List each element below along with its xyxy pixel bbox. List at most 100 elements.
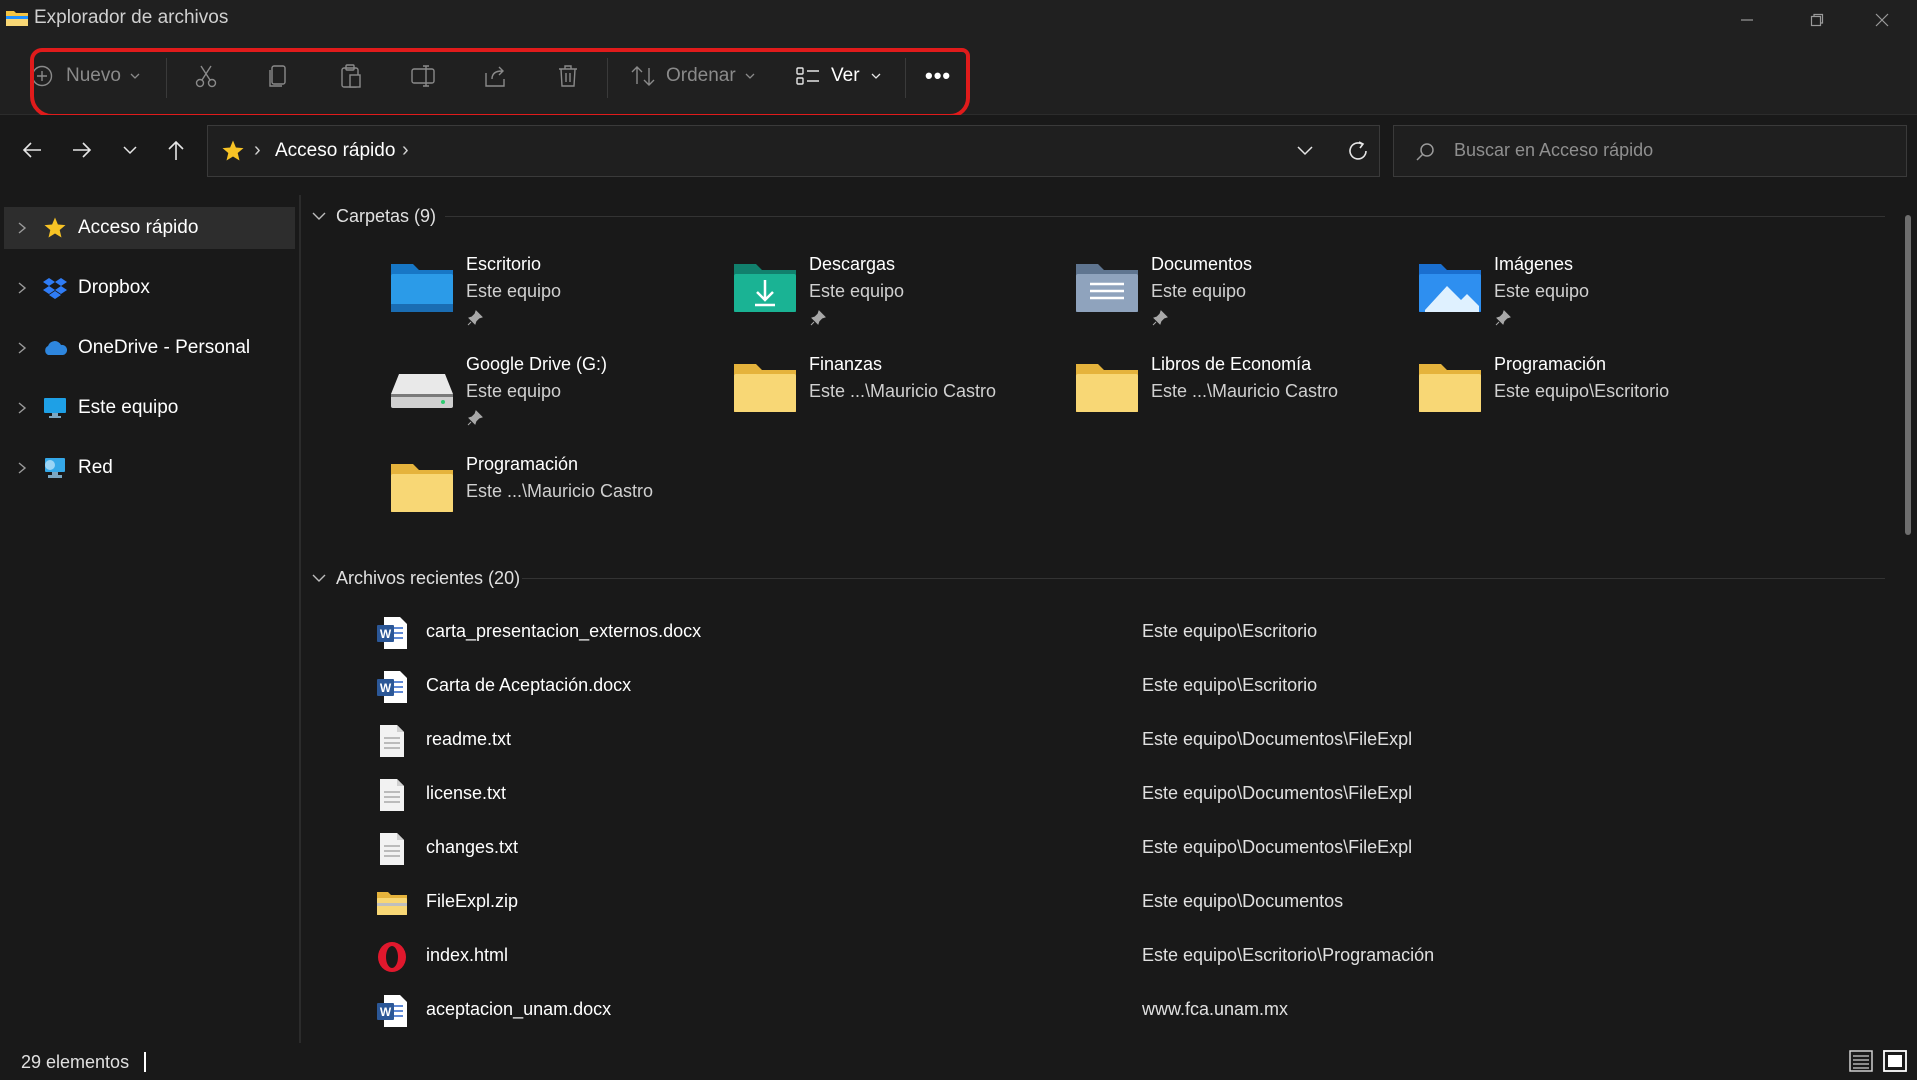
search-box[interactable]: Buscar en Acceso rápido: [1393, 125, 1907, 177]
chevron-right-icon[interactable]: [4, 341, 40, 355]
sidebar-item-network[interactable]: Red: [4, 447, 295, 489]
chevron-right-icon[interactable]: [4, 461, 40, 475]
folder-tile[interactable]: Finanzas Este ...\Mauricio Castro: [732, 354, 1062, 450]
recent-files-group-label: Archivos recientes (20): [336, 567, 521, 588]
arrow-right-icon: [73, 142, 92, 158]
file-location: www.fca.unam.mx: [1142, 999, 1289, 1019]
copy-button[interactable]: [266, 52, 292, 100]
file-explorer-app-icon: [6, 11, 28, 26]
recent-files-group-header[interactable]: Archivos recientes (20): [312, 563, 520, 593]
title-bar: [0, 0, 1917, 40]
breadcrumb-location[interactable]: Acceso rápido: [275, 140, 395, 162]
see-more-button[interactable]: •••: [925, 52, 951, 100]
up-button[interactable]: [158, 132, 194, 168]
toolbar-divider: [905, 58, 906, 98]
recent-file-row[interactable]: readme.txt Este equipo\Documentos\FileEx…: [372, 715, 1862, 767]
new-label: Nuevo: [66, 65, 121, 86]
folder-tile[interactable]: Libros de Economía Este ...\Mauricio Cas…: [1074, 354, 1404, 450]
network-icon: [40, 456, 70, 480]
text-file-icon: [380, 833, 404, 865]
star-icon: [40, 216, 70, 240]
folder-tile[interactable]: Programación Este ...\Mauricio Castro: [389, 454, 719, 550]
pin-icon: [1495, 310, 1511, 326]
folder-tile[interactable]: Descargas Este equipo: [732, 254, 1062, 350]
recent-file-row[interactable]: W Carta de Aceptación.docx Este equipo\E…: [372, 661, 1862, 713]
share-button[interactable]: [483, 52, 509, 100]
file-name: readme.txt: [426, 729, 512, 749]
toolbar-divider: [166, 58, 167, 98]
recent-locations-button[interactable]: [112, 132, 148, 168]
folder-tile[interactable]: Documentos Este equipo: [1074, 254, 1404, 350]
recent-file-row[interactable]: license.txt Este equipo\Documentos\FileE…: [372, 769, 1862, 821]
text-file-icon: [380, 725, 404, 757]
search-placeholder: Buscar en Acceso rápido: [1454, 140, 1654, 160]
file-name: Carta de Aceptación.docx: [426, 675, 632, 695]
text-file-icon: [380, 779, 404, 811]
sidebar-item-dropbox[interactable]: Dropbox: [4, 267, 295, 309]
sidebar-item-this-pc[interactable]: Este equipo: [4, 387, 295, 429]
downloads-folder-icon: [734, 264, 796, 312]
chevron-right-icon[interactable]: [4, 281, 40, 295]
close-button[interactable]: [1847, 0, 1917, 40]
new-button[interactable]: Nuevo: [30, 52, 141, 100]
folder-icon: [1419, 364, 1481, 412]
copy-icon: [269, 65, 286, 87]
group-divider: [522, 578, 1885, 579]
vertical-scrollbar[interactable]: [1905, 215, 1911, 535]
file-location: Este equipo\Escritorio\Programación: [1142, 945, 1435, 965]
view-button[interactable]: Ver: [795, 52, 882, 100]
file-location: Este equipo\Documentos\FileExpl: [1142, 837, 1413, 857]
minimize-button[interactable]: [1712, 0, 1782, 40]
file-name: license.txt: [426, 783, 507, 803]
paste-button[interactable]: [338, 52, 364, 100]
sidebar-item-label: Este equipo: [78, 397, 179, 418]
folder-tile[interactable]: Imágenes Este equipo: [1417, 254, 1747, 350]
sidebar-item-quick-access[interactable]: Acceso rápido: [4, 207, 295, 249]
pin-icon: [467, 310, 483, 326]
recent-file-row[interactable]: changes.txt Este equipo\Documentos\FileE…: [372, 823, 1862, 875]
rename-button[interactable]: [410, 52, 438, 100]
folders-group-header[interactable]: Carpetas (9): [312, 201, 436, 231]
refresh-icon[interactable]: [1346, 139, 1370, 163]
tiles-view-button[interactable]: [1882, 1048, 1908, 1074]
sort-button[interactable]: Ordenar: [630, 52, 756, 100]
sidebar-item-onedrive[interactable]: OneDrive - Personal: [4, 327, 295, 369]
delete-button[interactable]: [556, 52, 580, 100]
restore-button[interactable]: [1782, 0, 1852, 40]
folder-tile[interactable]: Programación Este equipo\Escritorio: [1417, 354, 1747, 450]
folder-location: Este equipo: [809, 281, 905, 301]
cut-button[interactable]: [193, 52, 219, 100]
forward-button[interactable]: [64, 132, 100, 168]
restore-icon: [1810, 13, 1824, 27]
svg-text:W: W: [380, 681, 392, 695]
file-name: carta_presentacion_externos.docx: [426, 621, 702, 641]
sidebar-item-label: Red: [78, 457, 113, 478]
breadcrumb-separator: ›: [254, 139, 261, 161]
file-location: Este equipo\Documentos\FileExpl: [1142, 729, 1413, 749]
sidebar-item-label: Acceso rápido: [78, 217, 199, 238]
svg-text:W: W: [380, 627, 392, 641]
back-button[interactable]: [14, 132, 50, 168]
word-doc-icon: W: [377, 671, 407, 703]
recent-file-row[interactable]: W aceptacion_unam.docx www.fca.unam.mx: [372, 985, 1862, 1037]
chevron-down-icon: [130, 73, 140, 79]
recent-file-row[interactable]: W carta_presentacion_externos.docx Este …: [372, 607, 1862, 659]
address-bar[interactable]: › Acceso rápido ›: [207, 125, 1380, 177]
group-divider: [445, 216, 1885, 217]
scissors-icon: [195, 65, 217, 88]
folder-name: Programación: [1494, 354, 1607, 374]
recent-file-row[interactable]: index.html Este equipo\Escritorio\Progra…: [372, 931, 1862, 983]
details-view-button[interactable]: [1848, 1048, 1874, 1074]
drive-tile[interactable]: Google Drive (G:) Este equipo: [389, 354, 719, 450]
rename-icon: [411, 65, 435, 87]
folder-tile[interactable]: Escritorio Este equipo: [389, 254, 719, 350]
folders-group-label: Carpetas (9): [336, 205, 437, 226]
chevron-down-icon[interactable]: [1296, 144, 1314, 158]
folder-icon: [391, 464, 453, 512]
recent-file-row[interactable]: FileExpl.zip Este equipo\Documentos: [372, 877, 1862, 929]
share-icon: [485, 66, 505, 87]
details-view-icon: [1849, 1050, 1873, 1072]
chevron-right-icon[interactable]: [4, 401, 40, 415]
pin-icon: [467, 410, 483, 426]
chevron-right-icon[interactable]: [4, 221, 40, 235]
